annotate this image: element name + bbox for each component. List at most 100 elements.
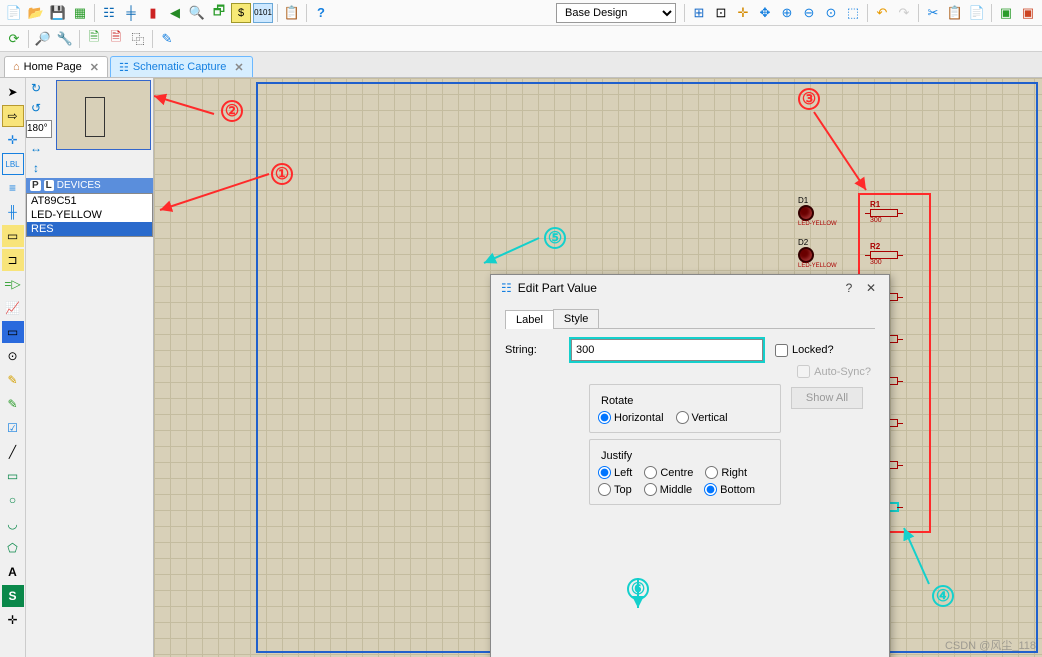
rotation-input[interactable] — [26, 120, 52, 138]
pan-icon[interactable]: ✥ — [755, 3, 775, 23]
zoom-all-icon[interactable]: ⊙ — [821, 3, 841, 23]
tree-icon[interactable]: ⿻ — [128, 29, 148, 49]
text-script-icon[interactable]: ≡ — [2, 177, 24, 199]
probe-v-icon[interactable]: ✎ — [2, 369, 24, 391]
arc-icon[interactable]: ◡ — [2, 513, 24, 535]
play-icon[interactable]: ◀ — [165, 3, 185, 23]
flip-v-icon[interactable]: ↕ — [26, 158, 46, 178]
symbol-icon[interactable]: S — [2, 585, 24, 607]
origin-icon[interactable]: ✛ — [733, 3, 753, 23]
label-icon[interactable]: LBL — [2, 153, 24, 175]
grid-icon[interactable]: ▦ — [70, 3, 90, 23]
component-icon[interactable]: ☷ — [99, 3, 119, 23]
main-toolbar: 📄 📂 💾 ▦ ☷ ╪ ▮ ◀ 🔍 🗗 $ 0101 📋 ? Base Desi… — [0, 0, 1042, 26]
autosync-label: Auto-Sync? — [814, 366, 871, 378]
search-icon[interactable]: 🔍 — [187, 3, 207, 23]
tab-schematic[interactable]: ☷ Schematic Capture ✕ — [110, 56, 253, 77]
help-button[interactable]: ? — [841, 281, 857, 295]
zoom-out-icon[interactable]: ⊖ — [799, 3, 819, 23]
wrench-icon[interactable]: 🔧 — [55, 29, 75, 49]
line-icon[interactable]: ╱ — [2, 441, 24, 463]
save-icon[interactable]: 💾 — [48, 3, 68, 23]
rotate-ccw-icon[interactable]: ↺ — [26, 98, 46, 118]
zoom-fit-icon[interactable]: 🗗 — [209, 3, 229, 23]
snap-grid-icon[interactable]: ⊞ — [689, 3, 709, 23]
radio-top[interactable]: Top — [598, 483, 632, 496]
locked-checkbox[interactable] — [775, 344, 788, 357]
dialog-titlebar[interactable]: ☷ Edit Part Value ? ✕ — [491, 275, 889, 301]
marker-icon[interactable]: ✛ — [2, 609, 24, 631]
help-icon[interactable]: ? — [311, 3, 331, 23]
component-mode-icon[interactable]: ⇨ — [2, 105, 24, 127]
del-doc-icon[interactable]: 🗎 — [106, 29, 126, 49]
rect-icon[interactable]: ▭ — [2, 465, 24, 487]
string-label: String: — [505, 344, 571, 356]
tab-label[interactable]: Label — [505, 310, 554, 329]
device-item[interactable]: AT89C51 — [27, 194, 152, 208]
copy-icon[interactable]: 📋 — [945, 3, 965, 23]
circle-icon[interactable]: ○ — [2, 489, 24, 511]
subcircuit-icon[interactable]: ▭ — [2, 225, 24, 247]
grid-dotted-icon[interactable]: ⊡ — [711, 3, 731, 23]
device-item[interactable]: RES — [27, 222, 152, 236]
radio-middle[interactable]: Middle — [644, 483, 692, 496]
radio-right[interactable]: Right — [705, 466, 747, 479]
tab-style[interactable]: Style — [553, 309, 599, 328]
resistor-component[interactable]: R2 300 — [870, 242, 898, 266]
radio-left[interactable]: Left — [598, 466, 632, 479]
pointer-icon[interactable]: ➤ — [2, 81, 24, 103]
annotation-2: ② — [221, 100, 243, 122]
close-button[interactable]: ✕ — [863, 281, 879, 295]
zoom-region-icon[interactable]: ⬚ — [843, 3, 863, 23]
radio-bottom[interactable]: Bottom — [704, 483, 755, 496]
new-file-icon[interactable]: 📄 — [4, 3, 24, 23]
redo-icon[interactable]: ↷ — [894, 3, 914, 23]
generator-icon[interactable]: ⊙ — [2, 345, 24, 367]
cut-icon[interactable]: ✂ — [923, 3, 943, 23]
open-folder-icon[interactable]: 📂 — [26, 3, 46, 23]
find-icon[interactable]: 🔎 — [33, 29, 53, 49]
tab-home[interactable]: ⌂ Home Page ✕ — [4, 56, 108, 77]
tape-icon[interactable]: ▭ — [2, 321, 24, 343]
device-item[interactable]: LED-YELLOW — [27, 208, 152, 222]
block2-icon[interactable]: ▣ — [1018, 3, 1038, 23]
p-badge[interactable]: P — [30, 180, 41, 191]
paste-icon[interactable]: 📄 — [967, 3, 987, 23]
text-icon[interactable]: A — [2, 561, 24, 583]
junction-icon[interactable]: ✛ — [2, 129, 24, 151]
undo-icon[interactable]: ↶ — [872, 3, 892, 23]
bus-icon[interactable]: ╫ — [2, 201, 24, 223]
led-component[interactable]: D1 LED-YELLOW — [798, 196, 837, 227]
device-list[interactable]: AT89C51 LED-YELLOW RES — [26, 193, 153, 237]
edit-icon[interactable]: ✎ — [157, 29, 177, 49]
poly-icon[interactable]: ⬠ — [2, 537, 24, 559]
add-doc-icon[interactable]: 🗎 — [84, 29, 104, 49]
pin-icon[interactable]: =▷ — [2, 273, 24, 295]
graph-icon[interactable]: 📈 — [2, 297, 24, 319]
zoom-in-icon[interactable]: ⊕ — [777, 3, 797, 23]
watermark: CSDN @风尘_118 — [945, 637, 1036, 653]
resistor-component[interactable]: R1 300 — [870, 200, 898, 224]
block1-icon[interactable]: ▣ — [996, 3, 1016, 23]
chip-icon[interactable]: ▮ — [143, 3, 163, 23]
l-badge[interactable]: L — [44, 180, 54, 191]
probe-i-icon[interactable]: ✎ — [2, 393, 24, 415]
led-component[interactable]: D2 LED-YELLOW — [798, 238, 837, 269]
design-combo[interactable]: Base Design — [556, 3, 676, 23]
rotate-cw-icon[interactable]: ↻ — [26, 78, 46, 98]
instrument-icon[interactable]: ☑ — [2, 417, 24, 439]
flip-h-icon[interactable]: ↔ — [26, 138, 46, 158]
refresh-icon[interactable]: ⟳ — [4, 29, 24, 49]
string-input[interactable] — [571, 339, 763, 361]
radio-horizontal[interactable]: Horizontal — [598, 411, 664, 424]
net-icon[interactable]: ╪ — [121, 3, 141, 23]
radio-vertical[interactable]: Vertical — [676, 411, 728, 424]
close-icon[interactable]: ✕ — [90, 61, 99, 74]
binary-icon[interactable]: 0101 — [253, 3, 273, 23]
terminal-icon[interactable]: ⊐ — [2, 249, 24, 271]
schematic-canvas[interactable]: D1 LED-YELLOW D2 LED-YELLOW D3 LED-YELLO… — [154, 78, 1042, 657]
dollar-icon[interactable]: $ — [231, 3, 251, 23]
notes-icon[interactable]: 📋 — [282, 3, 302, 23]
close-icon[interactable]: ✕ — [234, 61, 243, 74]
radio-centre[interactable]: Centre — [644, 466, 693, 479]
